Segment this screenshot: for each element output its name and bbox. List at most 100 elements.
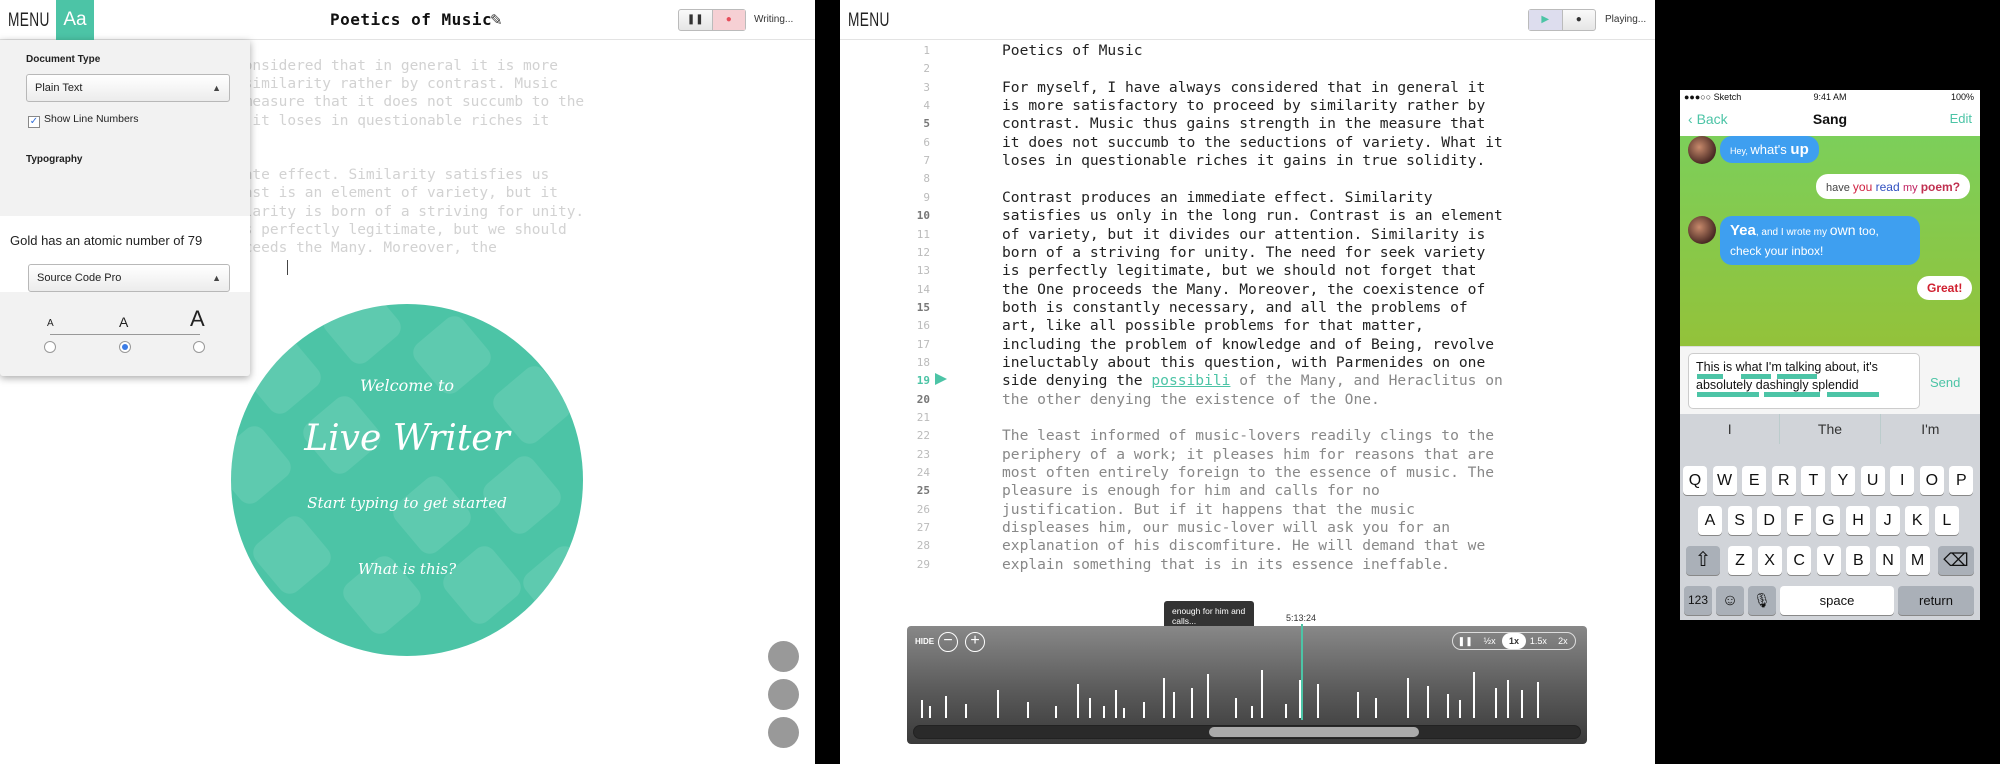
activity-bar: [945, 696, 947, 718]
speed-option[interactable]: 1x: [1501, 633, 1527, 649]
speed-selector[interactable]: ❚❚ ½x 1x 1.5x 2x: [1452, 632, 1576, 650]
emoji-key-icon[interactable]: ☺: [1716, 586, 1744, 615]
activity-bar: [921, 700, 923, 718]
font-size-large-radio[interactable]: [193, 341, 205, 353]
document-type-value: Plain Text: [35, 82, 83, 94]
send-button[interactable]: Send: [1930, 375, 1960, 390]
key[interactable]: D: [1757, 506, 1782, 535]
microphone-key-icon[interactable]: 🎙: [1748, 586, 1776, 615]
key[interactable]: X: [1757, 546, 1782, 575]
font-size-medium-radio[interactable]: [119, 341, 131, 353]
activity-bar: [1103, 706, 1105, 718]
show-line-numbers-label: Show Line Numbers: [44, 113, 139, 125]
edit-button[interactable]: Edit: [1950, 111, 1972, 126]
message-thread: Hey, what's up have you read my poem? Ye…: [1680, 136, 1980, 346]
key[interactable]: A: [1698, 506, 1722, 535]
text-line: displeases him, our music-lover will ask…: [1002, 519, 1451, 537]
speed-option[interactable]: 2x: [1551, 636, 1575, 646]
menu-button[interactable]: MENU: [848, 10, 890, 32]
keyboard: I The I'm QWERTYUIOPASDFGHJKLZXCVBNM ⇧ ⌫ 1…: [1680, 414, 1980, 620]
key[interactable]: B: [1846, 546, 1871, 575]
key[interactable]: G: [1816, 506, 1841, 535]
key[interactable]: R: [1771, 466, 1796, 495]
text-line: pleasure is enough for him and calls for…: [1002, 482, 1380, 500]
activity-bar: [1537, 682, 1539, 718]
typing-word-link[interactable]: possibili: [1151, 372, 1230, 389]
backspace-key-icon[interactable]: ⌫: [1938, 546, 1974, 575]
document-title[interactable]: Poetics of Music: [330, 10, 492, 29]
numbers-key[interactable]: 123: [1684, 586, 1712, 615]
key[interactable]: Y: [1831, 466, 1855, 495]
zoom-in-icon[interactable]: +: [965, 632, 985, 652]
suggestion-item[interactable]: I: [1680, 414, 1781, 444]
key[interactable]: K: [1905, 506, 1930, 535]
key[interactable]: O: [1919, 466, 1944, 495]
space-key[interactable]: space: [1780, 586, 1894, 615]
key[interactable]: F: [1786, 506, 1811, 535]
message-bubble-incoming: Hey, what's up: [1720, 136, 1819, 163]
key[interactable]: U: [1860, 466, 1885, 495]
message-input[interactable]: This is what I'm talking about, it's abs…: [1688, 353, 1920, 409]
message-bubble-incoming: Yea, and I wrote my own too, check your …: [1720, 216, 1920, 265]
text-line: loses in questionable riches it gains in…: [1002, 152, 1486, 170]
font-size-small-radio[interactable]: [44, 341, 56, 353]
activity-bar: [1207, 674, 1209, 718]
key[interactable]: L: [1934, 506, 1959, 535]
text-line: is more satisfactory to proceed by simil…: [1002, 97, 1486, 115]
speed-option[interactable]: ❚❚: [1453, 636, 1477, 647]
speed-option[interactable]: ½x: [1477, 636, 1501, 646]
line-number: 14: [916, 282, 930, 296]
text-line: Contrast produces an immediate effect. S…: [1002, 188, 1433, 206]
welcome-circle[interactable]: Welcome to Live Writer Start typing to g…: [231, 304, 583, 656]
key[interactable]: I: [1890, 466, 1915, 495]
key[interactable]: V: [1816, 546, 1841, 575]
suggestion-item[interactable]: I'm: [1881, 414, 1980, 444]
pencil-icon[interactable]: ✎: [490, 11, 503, 29]
key[interactable]: H: [1846, 506, 1870, 535]
key[interactable]: T: [1801, 466, 1826, 495]
return-key[interactable]: return: [1898, 586, 1974, 615]
zoom-out-icon[interactable]: −: [938, 632, 958, 652]
hide-timeline-button[interactable]: HIDE: [915, 637, 934, 646]
key[interactable]: J: [1875, 506, 1900, 535]
activity-bar: [1077, 684, 1079, 718]
activity-bar: [965, 704, 967, 718]
pause-button[interactable]: ❚❚: [679, 10, 712, 30]
speed-option[interactable]: 1.5x: [1526, 636, 1550, 646]
key[interactable]: W: [1712, 466, 1737, 495]
record-button[interactable]: ●: [711, 10, 745, 30]
line-number: 13: [916, 264, 930, 278]
timeline-scrollbar-thumb[interactable]: [1209, 727, 1419, 737]
timeline-playhead[interactable]: [1301, 624, 1303, 720]
key[interactable]: C: [1787, 546, 1812, 575]
message-bubble-outgoing: Great!: [1917, 276, 1973, 300]
play-button[interactable]: ▶: [1529, 10, 1562, 30]
floating-button-1[interactable]: [768, 641, 799, 672]
key[interactable]: E: [1742, 466, 1767, 495]
menu-button[interactable]: MENU: [8, 10, 50, 32]
line-number: 18: [916, 355, 930, 369]
font-settings-button[interactable]: Aa: [56, 0, 94, 40]
show-line-numbers-checkbox[interactable]: ✓ Show Line Numbers: [28, 113, 139, 128]
text-line: justification. But if it happens that th…: [1002, 500, 1415, 518]
shift-key-icon[interactable]: ⇧: [1686, 546, 1720, 575]
document-type-select[interactable]: Plain Text ▲: [26, 74, 230, 102]
welcome-label: Welcome to: [359, 376, 455, 395]
what-is-this-link[interactable]: What is this?: [231, 560, 583, 578]
font-family-select[interactable]: Source Code Pro ▲: [28, 264, 230, 292]
key[interactable]: N: [1876, 546, 1900, 575]
floating-button-3[interactable]: [768, 717, 799, 748]
stop-button[interactable]: ●: [1561, 10, 1596, 30]
floating-button-2[interactable]: [768, 679, 799, 710]
timeline[interactable]: HIDE − + ❚❚ ½x 1x 1.5x 2x: [907, 626, 1587, 744]
key[interactable]: Z: [1728, 546, 1752, 575]
suggestion-item[interactable]: The: [1780, 414, 1881, 444]
text-line: explanation of his discomfiture. He will…: [1002, 537, 1486, 555]
key[interactable]: M: [1905, 546, 1930, 575]
key[interactable]: S: [1727, 506, 1752, 535]
text-line: the other denying the existence of the O…: [1002, 390, 1380, 408]
activity-bar: [1285, 704, 1287, 718]
key[interactable]: P: [1949, 466, 1974, 495]
key[interactable]: Q: [1683, 466, 1707, 495]
text-line: Poetics of Music: [1002, 42, 1143, 59]
